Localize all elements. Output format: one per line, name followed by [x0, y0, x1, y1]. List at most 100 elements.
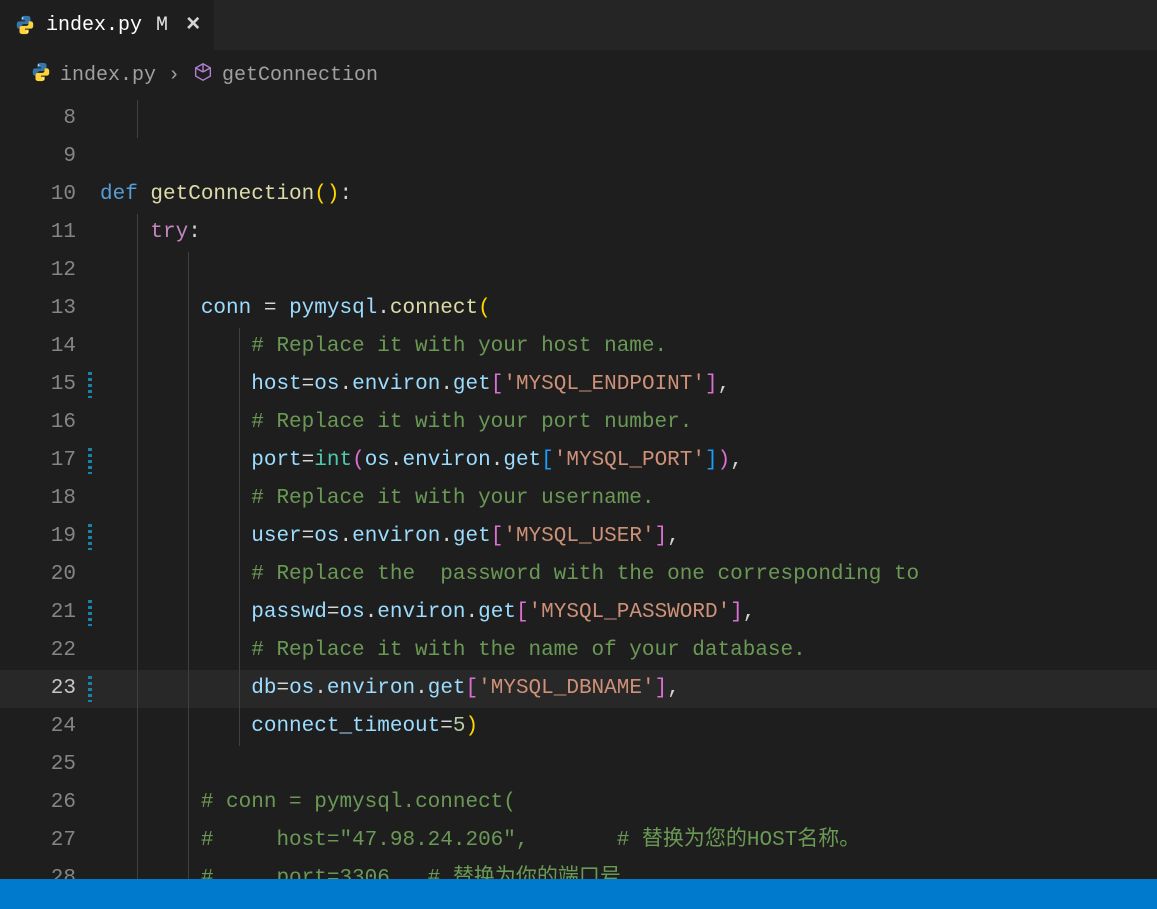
line-number: 8 — [0, 100, 100, 138]
code-token: . — [415, 677, 428, 700]
code-token: host — [251, 373, 301, 396]
code-token: connect — [390, 297, 478, 320]
indent-guide — [188, 252, 189, 290]
indent-guide — [137, 100, 138, 138]
code-token: os — [314, 373, 339, 396]
code-line[interactable]: # Replace it with your username. — [100, 480, 1157, 518]
chevron-right-icon: › — [168, 64, 180, 87]
code-line[interactable] — [100, 252, 1157, 290]
tab-index-py[interactable]: index.py M × — [0, 0, 215, 50]
git-change-marker — [88, 676, 92, 702]
code-token: = — [327, 601, 340, 624]
code-token: 'MYSQL_DBNAME' — [478, 677, 654, 700]
code-token — [100, 487, 251, 510]
code-token: . — [339, 373, 352, 396]
code-token: os — [339, 601, 364, 624]
code-token: [ — [491, 373, 504, 396]
python-file-icon — [30, 61, 52, 90]
code-token: ( — [352, 449, 365, 472]
tab-bar: index.py M × — [0, 0, 1157, 50]
status-bar — [0, 879, 1157, 909]
code-token — [100, 221, 150, 244]
code-token: . — [377, 297, 390, 320]
code-line[interactable]: db=os.environ.get['MYSQL_DBNAME'], — [100, 670, 1157, 708]
code-token: # Replace it with your host name. — [251, 335, 667, 358]
git-change-marker — [88, 448, 92, 474]
code-editor[interactable]: 8910111213141516171819202122232425262728… — [0, 100, 1157, 879]
code-token — [100, 335, 251, 358]
code-token: get — [428, 677, 466, 700]
breadcrumb-symbol[interactable]: getConnection — [192, 61, 378, 90]
code-token: get — [478, 601, 516, 624]
code-line[interactable] — [100, 138, 1157, 176]
code-token: ] — [655, 677, 668, 700]
code-token: = — [251, 297, 289, 320]
code-token: getConnection — [150, 183, 314, 206]
code-line[interactable]: try: — [100, 214, 1157, 252]
code-line[interactable]: def getConnection(): — [100, 176, 1157, 214]
code-token: # Replace it with the name of your datab… — [251, 639, 806, 662]
code-token: 5 — [453, 715, 466, 738]
git-change-marker — [88, 372, 92, 398]
code-token: = — [302, 525, 315, 548]
code-line[interactable]: # Replace the password with the one corr… — [100, 556, 1157, 594]
code-line[interactable]: # Replace it with your host name. — [100, 328, 1157, 366]
code-token: # host="47.98.24.206", # 替换为您的HOST名称。 — [201, 829, 860, 852]
code-line[interactable]: passwd=os.environ.get['MYSQL_PASSWORD'], — [100, 594, 1157, 632]
code-token — [100, 677, 251, 700]
code-token: os — [365, 449, 390, 472]
code-token: . — [466, 601, 479, 624]
code-line[interactable]: host=os.environ.get['MYSQL_ENDPOINT'], — [100, 366, 1157, 404]
code-token: # Replace the password with the one corr… — [251, 563, 919, 586]
code-token: : — [188, 221, 201, 244]
code-line[interactable] — [100, 746, 1157, 784]
code-token: 'MYSQL_USER' — [503, 525, 654, 548]
method-icon — [192, 61, 214, 90]
line-number: 16 — [0, 404, 100, 442]
code-line[interactable]: # Replace it with the name of your datab… — [100, 632, 1157, 670]
close-icon[interactable]: × — [186, 12, 200, 39]
code-token: 'MYSQL_PORT' — [554, 449, 705, 472]
line-number: 17 — [0, 442, 100, 480]
line-number: 25 — [0, 746, 100, 784]
code-line[interactable]: conn = pymysql.connect( — [100, 290, 1157, 328]
code-token: ( — [478, 297, 491, 320]
code-token: [ — [466, 677, 479, 700]
code-token: db — [251, 677, 276, 700]
code-token: pymysql — [289, 297, 377, 320]
line-number: 21 — [0, 594, 100, 632]
code-line[interactable] — [100, 100, 1157, 138]
code-token — [100, 715, 251, 738]
code-token: : — [339, 183, 352, 206]
line-number: 19 — [0, 518, 100, 556]
code-token: # Replace it with your username. — [251, 487, 654, 510]
code-line[interactable]: user=os.environ.get['MYSQL_USER'], — [100, 518, 1157, 556]
line-number: 20 — [0, 556, 100, 594]
code-token: . — [365, 601, 378, 624]
code-token: # Replace it with your port number. — [251, 411, 692, 434]
breadcrumb-file[interactable]: index.py — [30, 61, 156, 90]
code-token: environ — [377, 601, 465, 624]
code-token: = — [276, 677, 289, 700]
code-token — [100, 639, 251, 662]
code-area[interactable]: def getConnection(): try: conn = pymysql… — [100, 100, 1157, 879]
code-line[interactable]: connect_timeout=5) — [100, 708, 1157, 746]
indent-guide — [137, 746, 138, 784]
code-token: [ — [491, 525, 504, 548]
code-token: . — [491, 449, 504, 472]
line-number: 22 — [0, 632, 100, 670]
code-line[interactable]: # Replace it with your port number. — [100, 404, 1157, 442]
line-number-gutter: 8910111213141516171819202122232425262728 — [0, 100, 100, 879]
code-token: . — [440, 525, 453, 548]
code-line[interactable]: # host="47.98.24.206", # 替换为您的HOST名称。 — [100, 822, 1157, 860]
breadcrumb-symbol-label: getConnection — [222, 64, 378, 87]
line-number: 18 — [0, 480, 100, 518]
tab-filename: index.py — [46, 14, 142, 37]
code-token: = — [302, 449, 315, 472]
code-token: 'MYSQL_PASSWORD' — [529, 601, 731, 624]
code-line[interactable]: # conn = pymysql.connect( — [100, 784, 1157, 822]
code-token — [100, 373, 251, 396]
code-token — [100, 525, 251, 548]
code-token: ] — [730, 601, 743, 624]
code-line[interactable]: port=int(os.environ.get['MYSQL_PORT']), — [100, 442, 1157, 480]
